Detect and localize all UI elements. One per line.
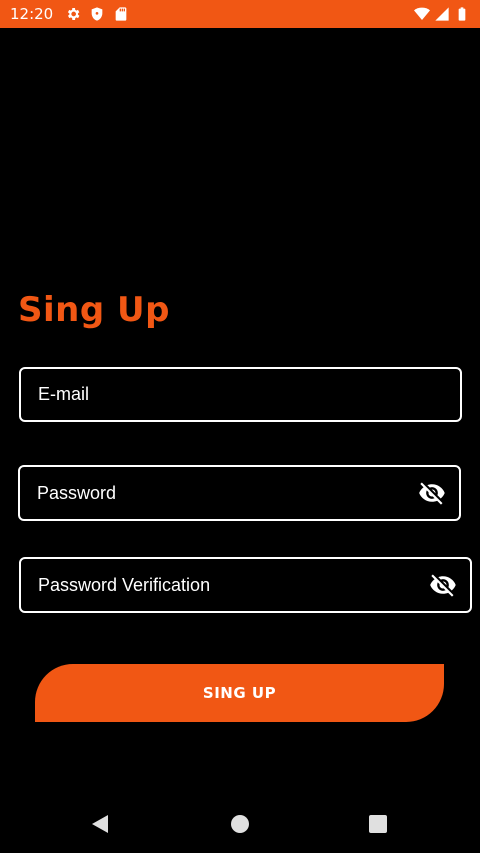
battery-icon: [454, 6, 470, 22]
email-input[interactable]: [21, 369, 460, 420]
signup-screen: 12:20 Sing Up E-mail SING UP: [0, 0, 480, 853]
status-bar: 12:20: [0, 0, 480, 28]
password-field[interactable]: [18, 465, 461, 521]
back-icon[interactable]: [80, 804, 120, 844]
recents-icon[interactable]: [358, 804, 398, 844]
gear-icon: [65, 6, 81, 22]
wifi-icon: [414, 6, 430, 22]
status-right-icons: [414, 6, 470, 22]
password-verification-field[interactable]: [19, 557, 472, 613]
signal-icon: [434, 6, 450, 22]
eye-off-icon[interactable]: [417, 478, 447, 508]
home-icon[interactable]: [220, 804, 260, 844]
eye-off-icon[interactable]: [428, 570, 458, 600]
navigation-bar: [0, 796, 480, 853]
sd-card-icon: [113, 6, 129, 22]
status-left-icons: [65, 6, 129, 22]
sign-up-button[interactable]: SING UP: [35, 664, 444, 722]
email-field[interactable]: [19, 367, 462, 422]
status-time: 12:20: [10, 5, 54, 23]
page-title: Sing Up: [18, 290, 170, 330]
password-input[interactable]: [20, 467, 417, 519]
password-verification-input[interactable]: [21, 559, 428, 611]
shield-icon: [89, 6, 105, 22]
